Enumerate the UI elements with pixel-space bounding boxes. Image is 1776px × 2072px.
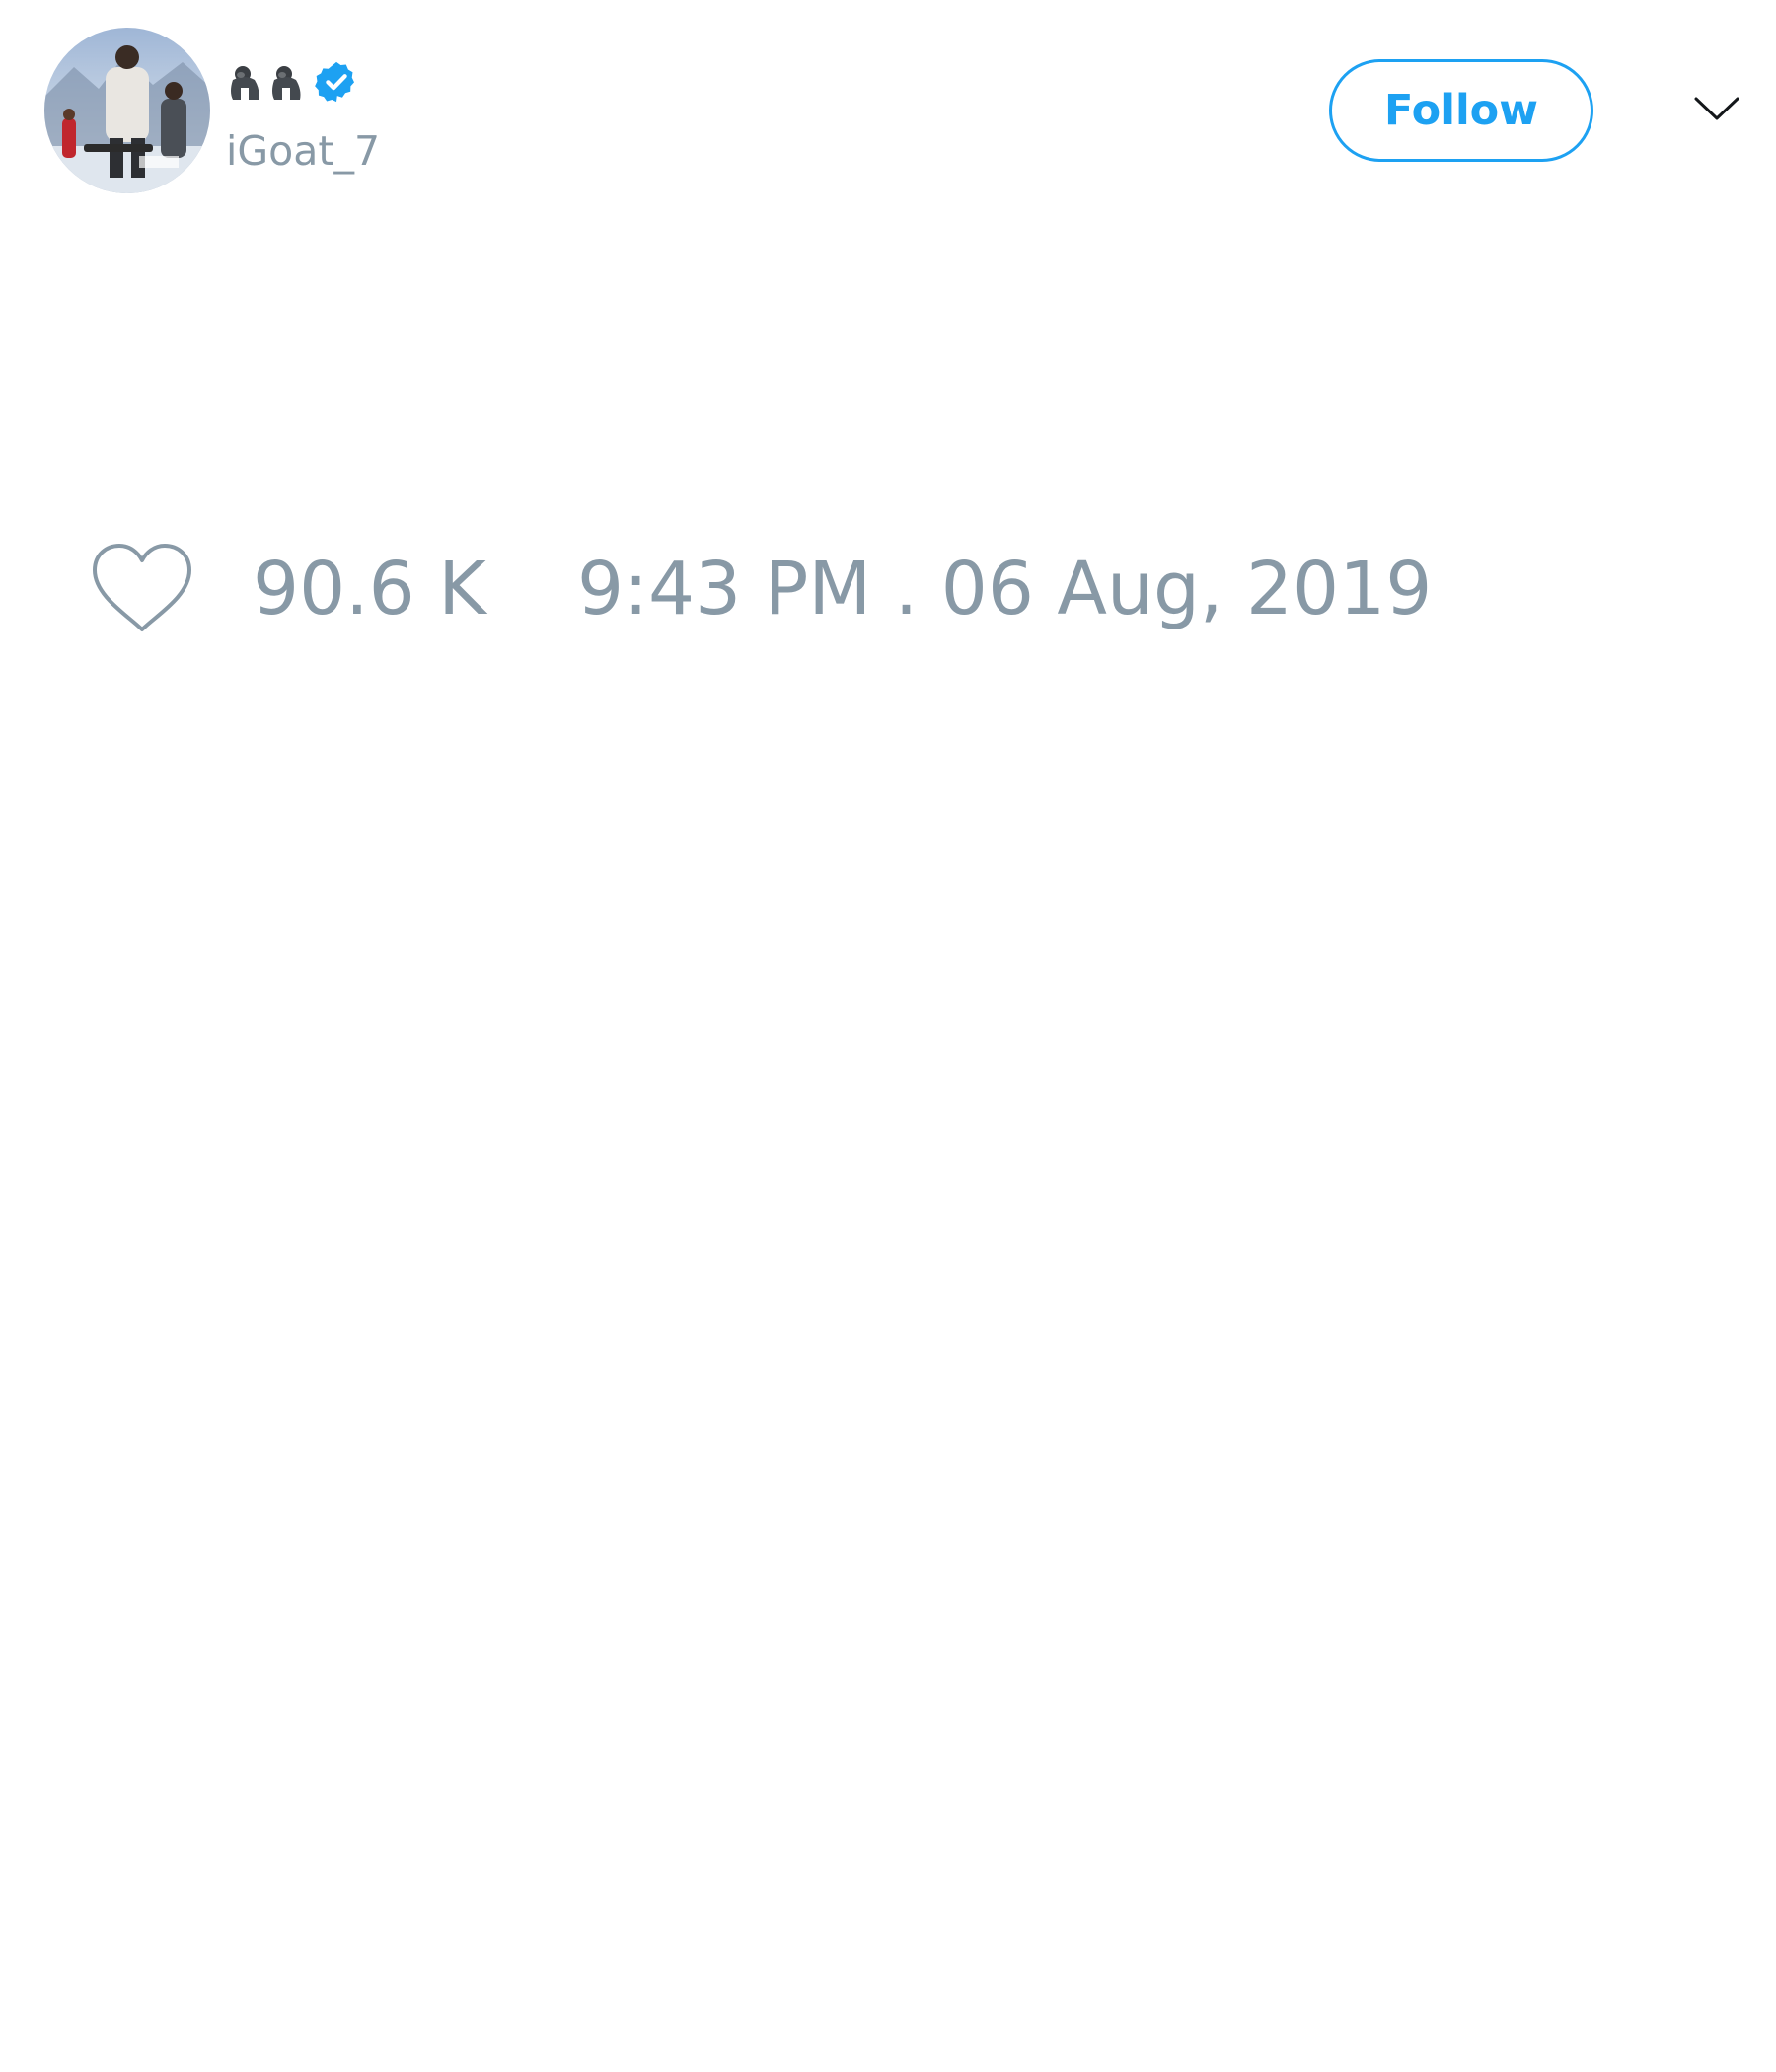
tweet-timestamp[interactable]: 9:43 PM . 06 Aug, 2019 bbox=[577, 549, 1432, 629]
heart-outline-icon[interactable] bbox=[89, 541, 195, 635]
gorilla-icon bbox=[227, 62, 262, 102]
follow-button[interactable]: Follow bbox=[1329, 59, 1593, 162]
avatar[interactable] bbox=[44, 28, 210, 193]
display-name[interactable] bbox=[227, 57, 359, 107]
like-count: 90.6 K bbox=[253, 547, 486, 631]
user-handle[interactable]: iGoat_7 bbox=[226, 124, 380, 178]
gorilla-icon bbox=[268, 62, 304, 102]
chevron-down-icon[interactable] bbox=[1692, 89, 1741, 128]
verified-badge-icon bbox=[314, 59, 359, 105]
tweet-card: iGoat_7 Follow 90.6 K 9:43 PM . 06 Aug, … bbox=[0, 0, 1776, 2072]
